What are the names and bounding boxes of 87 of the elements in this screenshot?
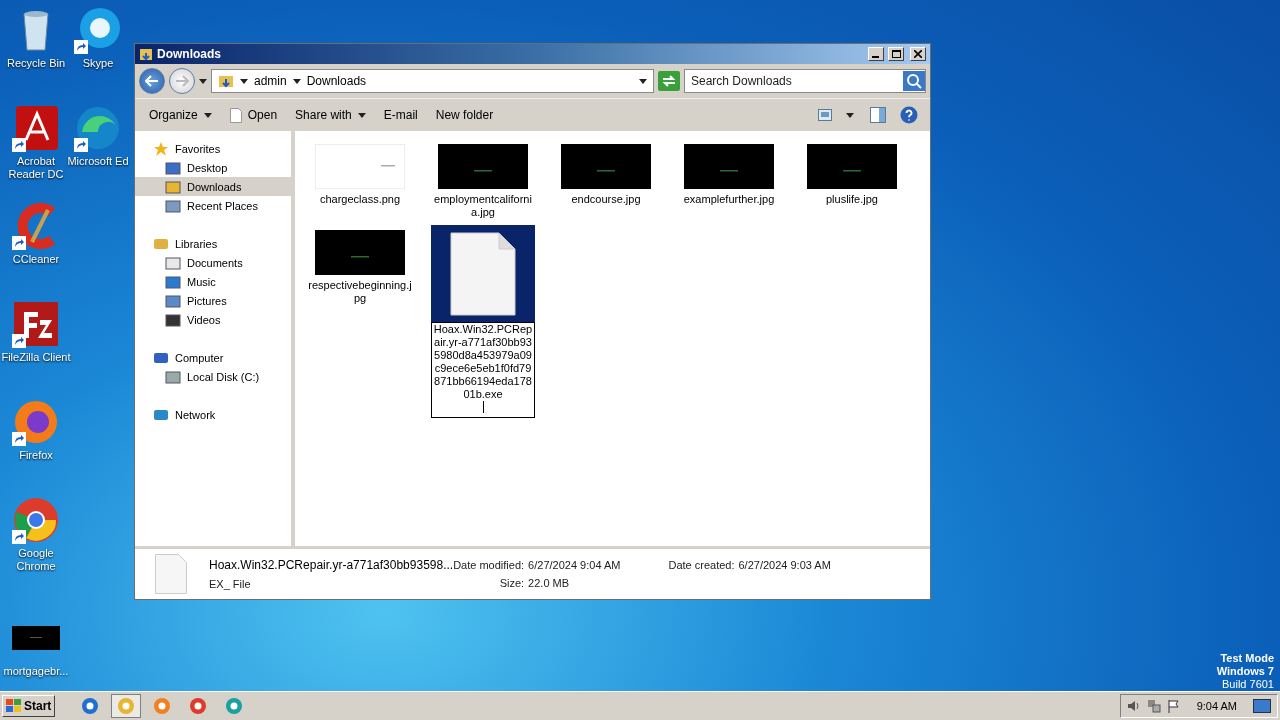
detail-value: 22.0 MB xyxy=(528,577,571,589)
address-dropdown-icon xyxy=(639,78,647,84)
nav-item[interactable]: Libraries xyxy=(135,234,291,253)
toolbar-button[interactable]: New folder xyxy=(427,102,502,128)
back-button[interactable] xyxy=(139,68,165,94)
nav-item[interactable]: Pictures xyxy=(135,291,291,310)
speaker-icon[interactable] xyxy=(1126,699,1141,713)
window-title: Downloads xyxy=(157,47,222,61)
detail-label: Size: xyxy=(498,577,525,589)
file-name[interactable]: endcourse.jpg xyxy=(554,193,658,206)
forward-arrow-icon xyxy=(175,75,189,87)
refresh-icon[interactable] xyxy=(658,71,680,91)
nav-item[interactable]: Music xyxy=(135,272,291,291)
shortcut-arrow-icon xyxy=(74,40,88,54)
file-icon xyxy=(229,107,242,123)
view-icon[interactable] xyxy=(818,109,832,121)
breadcrumb-item[interactable]: Downloads xyxy=(306,74,367,88)
file-icon xyxy=(155,554,187,594)
nav-item[interactable]: Downloads xyxy=(135,177,291,196)
file-name: Hoax.Win32.PCRepair.yr-a771af30bb93598... xyxy=(209,558,454,572)
detail-label: Date created: xyxy=(668,559,735,571)
detail-value: 6/27/2024 9:04 AM xyxy=(528,559,621,571)
desktop-icon-label[interactable]: Microsoft Ed xyxy=(67,155,129,168)
detail-value: 6/27/2024 9:03 AM xyxy=(738,559,831,571)
history-dropdown-icon xyxy=(199,78,207,84)
rename-field[interactable]: Hoax.Win32.PCRepair.yr-a771af30bb935980d8a453979a09c9ece6e5eb1f0fd79871bb66194eda17801b.exe xyxy=(431,322,535,418)
file-type: EX_ File xyxy=(209,578,252,590)
search-icon[interactable] xyxy=(903,71,925,91)
breadcrumb-arrow-icon xyxy=(240,78,248,84)
nav-item[interactable]: Recent Places xyxy=(135,196,291,215)
minimize-button[interactable] xyxy=(868,47,884,61)
nav-item[interactable]: Desktop xyxy=(135,158,291,177)
maximize-button[interactable] xyxy=(888,47,904,61)
dropdown-arrow-icon xyxy=(203,112,212,118)
clock[interactable]: 9:04 AM xyxy=(1196,700,1237,712)
star-icon xyxy=(153,140,169,157)
breadcrumb-arrow-icon xyxy=(292,78,301,84)
search-box[interactable]: Search Downloads xyxy=(684,69,926,93)
nav-item[interactable]: Local Disk (C:) xyxy=(135,367,291,386)
file-name[interactable]: employmentcalifornia.jpg xyxy=(431,193,535,219)
desktop-icon-label[interactable]: CCleaner xyxy=(12,253,60,266)
maximize-icon xyxy=(891,50,901,58)
nav-item[interactable]: Favorites xyxy=(135,139,291,158)
preview-pane-icon[interactable] xyxy=(870,107,886,123)
detail-label: Date modified: xyxy=(453,559,525,571)
help-icon[interactable] xyxy=(900,106,918,124)
windows-logo-icon xyxy=(6,699,22,713)
breadcrumb-item[interactable]: admin xyxy=(254,74,287,88)
file-icon xyxy=(450,231,516,316)
forward-button[interactable] xyxy=(169,68,195,94)
dropdown-arrow-icon xyxy=(357,112,366,118)
toolbar-button[interactable]: Open xyxy=(221,102,286,128)
close-button[interactable] xyxy=(910,47,926,61)
shortcut-arrow-icon xyxy=(12,432,26,446)
taskbar-app-button[interactable] xyxy=(111,694,142,718)
shortcut-arrow-icon xyxy=(74,138,88,152)
shortcut-arrow-icon xyxy=(12,138,26,152)
watermark-text: Build 7601 xyxy=(1222,678,1274,691)
start-button[interactable]: Start xyxy=(2,695,56,717)
nav-item[interactable]: Network xyxy=(135,405,291,424)
show-desktop-icon[interactable] xyxy=(1253,699,1271,713)
desktop-icon-label[interactable]: Recycle Bin xyxy=(6,57,66,70)
toolbar-button[interactable]: Share with xyxy=(287,102,374,128)
file-name[interactable]: pluslife.jpg xyxy=(800,193,904,206)
nav-item[interactable]: Computer xyxy=(135,348,291,367)
watermark-text: Windows 7 xyxy=(1216,665,1274,678)
back-arrow-icon xyxy=(145,75,159,87)
desktop-icon-label[interactable]: Skype xyxy=(82,57,114,70)
close-icon xyxy=(914,50,922,58)
watermark-text: Test Mode xyxy=(1220,652,1274,665)
flag-icon[interactable] xyxy=(1166,699,1181,713)
filezilla-icon xyxy=(12,300,60,348)
file-name[interactable]: chargeclass.png xyxy=(308,193,412,206)
view-dropdown-icon xyxy=(846,112,854,118)
toolbar-button[interactable]: E-mail xyxy=(375,102,426,128)
nav-item[interactable]: Videos xyxy=(135,310,291,329)
file-name[interactable]: respectivebeginning.jpg xyxy=(308,279,412,305)
shortcut-arrow-icon xyxy=(12,236,26,250)
desktop-icon-label[interactable]: FileZilla Client xyxy=(1,351,71,364)
desktop-icon-label[interactable]: Firefox xyxy=(19,449,53,462)
shortcut-arrow-icon xyxy=(12,530,26,544)
toolbar-button[interactable]: Organize xyxy=(141,102,220,128)
file-name[interactable]: examplefurther.jpg xyxy=(677,193,781,206)
address-bar[interactable]: admin Downloads xyxy=(211,69,654,93)
nav-item[interactable]: Documents xyxy=(135,253,291,272)
shortcut-arrow-icon xyxy=(12,334,26,348)
firefox-icon xyxy=(12,398,60,446)
